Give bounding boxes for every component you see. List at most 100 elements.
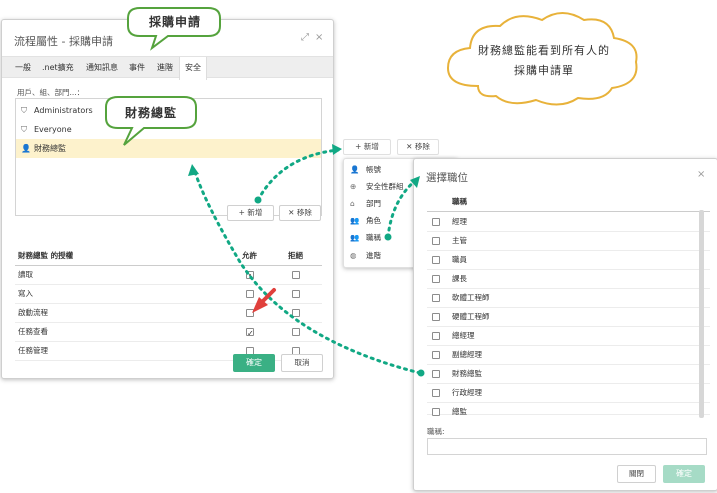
tab-advanced[interactable]: 進階 xyxy=(152,57,178,78)
perm-col-name: 財務總監 的授權 xyxy=(18,251,74,260)
user-name: 財務總監 xyxy=(34,144,66,153)
cloud-text-line1: 財務總監能看到所有人的 xyxy=(478,44,610,57)
job-name: 副總經理 xyxy=(452,350,482,359)
dialog-title: 選擇職位 xyxy=(426,172,468,184)
perm-col-allow: 允許 xyxy=(242,251,257,260)
field-label: 職稱: xyxy=(427,427,445,436)
menu-item-account[interactable]: 👤 帳號 xyxy=(344,162,381,178)
table-row[interactable]: 財務總監 xyxy=(427,365,710,384)
shield-icon: ⛉ xyxy=(21,106,27,115)
deny-checkbox[interactable] xyxy=(292,271,300,279)
user-name: Everyone xyxy=(34,125,72,134)
job-name: 總經理 xyxy=(452,331,475,340)
perm-name: 任務查看 xyxy=(18,327,48,336)
permissions-dialog: 流程屬性 - 採購申請 ⤢ × 一般 .net擴充 通知訊息 事件 進階 安全 … xyxy=(1,19,334,379)
plus-circle-icon: ⊕ xyxy=(350,182,357,191)
deny-checkbox[interactable] xyxy=(292,309,300,317)
close-button[interactable]: 關閉 xyxy=(617,465,656,483)
people-icon: 👥 xyxy=(350,216,360,225)
allow-checkbox[interactable] xyxy=(246,325,254,343)
job-name: 課長 xyxy=(452,274,467,283)
scrollbar[interactable] xyxy=(699,210,704,418)
ok-button[interactable]: 確定 xyxy=(233,354,275,372)
tab-net-extension[interactable]: .net擴充 xyxy=(37,57,79,78)
perm-name: 寫入 xyxy=(18,289,33,298)
globe-icon: ◍ xyxy=(350,251,357,260)
people-icon: 👥 xyxy=(350,233,360,242)
job-checkbox[interactable] xyxy=(432,370,440,378)
menu-item-label: 進階 xyxy=(366,251,381,260)
job-checkbox[interactable] xyxy=(432,218,440,226)
close-icon[interactable]: × xyxy=(697,169,705,180)
table-row[interactable]: 副總經理 xyxy=(427,346,710,365)
table-header: 職稱 xyxy=(427,193,710,212)
close-icon[interactable]: × xyxy=(315,32,323,43)
job-name: 經理 xyxy=(452,217,467,226)
job-title-field[interactable] xyxy=(427,438,707,455)
job-name: 財務總監 xyxy=(452,369,482,378)
job-checkbox[interactable] xyxy=(432,256,440,264)
tab-bar: 一般 .net擴充 通知訊息 事件 進階 安全 xyxy=(2,56,333,80)
menu-remove-button[interactable]: ✕ 移除 xyxy=(397,139,439,155)
user-name: Administrators xyxy=(34,106,93,115)
add-button[interactable]: + 新增 xyxy=(227,205,274,221)
allow-checkbox[interactable] xyxy=(246,271,254,279)
select-job-dialog: 選擇職位 × 職稱 經理主管職員課長軟體工程師硬體工程師總經理副總經理財務總監行… xyxy=(413,158,717,491)
menu-item-label: 帳號 xyxy=(366,165,381,174)
menu-item-security-group[interactable]: ⊕ 安全性群組 xyxy=(344,179,404,195)
menu-item-role[interactable]: 👥 角色 xyxy=(344,213,381,229)
job-checkbox[interactable] xyxy=(432,294,440,302)
perm-name: 讀取 xyxy=(18,270,33,279)
ok-button[interactable]: 確定 xyxy=(663,465,705,483)
job-checkbox[interactable] xyxy=(432,275,440,283)
list-item[interactable]: ⛉ Everyone xyxy=(16,120,321,139)
dialog-title: 流程屬性 - 採購申請 xyxy=(14,35,113,48)
table-row: 任務管理 xyxy=(15,342,322,361)
table-row[interactable]: 職員 xyxy=(427,251,710,270)
menu-add-button[interactable]: + 新增 xyxy=(343,139,391,155)
tab-general[interactable]: 一般 xyxy=(10,57,36,78)
table-row[interactable]: 總監 xyxy=(427,403,710,416)
menu-item-department[interactable]: ⌂ 部門 xyxy=(344,196,381,212)
people-icon: 👤 xyxy=(21,144,31,153)
tab-security[interactable]: 安全 xyxy=(179,57,207,80)
table-row[interactable]: 硬體工程師 xyxy=(427,308,710,327)
table-row[interactable]: 行政經理 xyxy=(427,384,710,403)
table-row[interactable]: 軟體工程師 xyxy=(427,289,710,308)
list-item-selected[interactable]: 👤 財務總監 xyxy=(16,139,321,158)
table-row: 寫入 xyxy=(15,285,322,304)
table-row[interactable]: 課長 xyxy=(427,270,710,289)
job-checkbox[interactable] xyxy=(432,237,440,245)
cloud-callout xyxy=(446,12,638,106)
menu-item-job-title[interactable]: 👥 職稱 xyxy=(344,230,381,246)
remove-button[interactable]: ✕ 移除 xyxy=(279,205,321,221)
job-checkbox[interactable] xyxy=(432,351,440,359)
table-row[interactable]: 總經理 xyxy=(427,327,710,346)
cloud-text-line2: 採購申請單 xyxy=(514,64,574,77)
home-icon: ⌂ xyxy=(350,199,355,208)
perm-name: 啟動流程 xyxy=(18,308,48,317)
menu-item-label: 職稱 xyxy=(366,233,381,242)
menu-item-advanced[interactable]: ◍ 進階 xyxy=(344,248,381,264)
deny-checkbox[interactable] xyxy=(292,328,300,336)
allow-checkbox[interactable] xyxy=(246,309,254,317)
allow-checkbox[interactable] xyxy=(246,290,254,298)
job-checkbox[interactable] xyxy=(432,332,440,340)
table-row[interactable]: 主管 xyxy=(427,232,710,251)
table-row: 啟動流程 xyxy=(15,304,322,323)
job-name: 職員 xyxy=(452,255,467,264)
tab-events[interactable]: 事件 xyxy=(124,57,150,78)
job-checkbox[interactable] xyxy=(432,408,440,416)
deny-checkbox[interactable] xyxy=(292,290,300,298)
callout-top-text: 採購申請 xyxy=(148,15,201,29)
job-name: 硬體工程師 xyxy=(452,312,490,321)
shield-icon: ⛉ xyxy=(21,125,27,134)
job-name: 總監 xyxy=(452,407,467,416)
callout-middle-text: 財務總監 xyxy=(124,106,177,120)
tab-notifications[interactable]: 通知訊息 xyxy=(81,57,123,78)
job-checkbox[interactable] xyxy=(432,313,440,321)
cancel-button[interactable]: 取消 xyxy=(281,354,323,372)
job-checkbox[interactable] xyxy=(432,389,440,397)
table-row[interactable]: 經理 xyxy=(427,213,710,232)
expand-icon[interactable]: ⤢ xyxy=(301,32,309,43)
